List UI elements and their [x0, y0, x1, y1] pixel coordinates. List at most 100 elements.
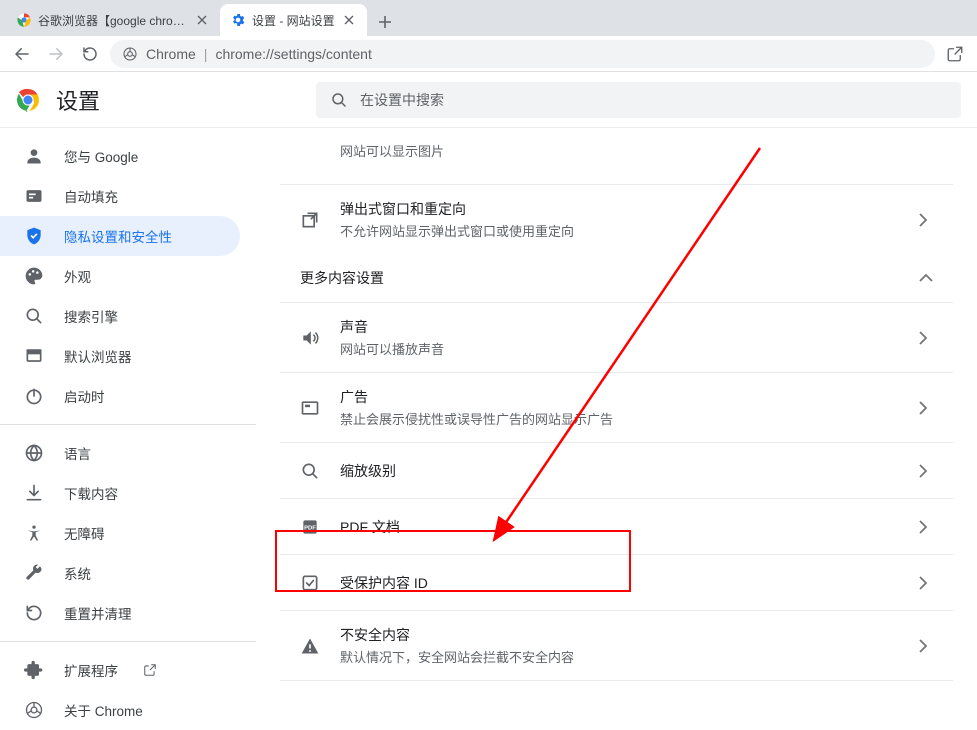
section-more-content-settings[interactable]: 更多内容设置	[280, 254, 953, 302]
row-subtitle: 网站可以播放声音	[340, 339, 893, 358]
sidebar-item-you-and-google[interactable]: 您与 Google	[0, 136, 240, 176]
zoom-icon	[300, 461, 320, 481]
sidebar-divider	[0, 424, 256, 425]
chevron-right-icon	[913, 461, 933, 481]
wrench-icon	[24, 563, 44, 583]
chrome-icon	[24, 700, 44, 720]
chevron-right-icon	[913, 636, 933, 656]
warning-icon	[300, 636, 320, 656]
url-separator: |	[204, 46, 208, 62]
sidebar-item-label: 下载内容	[64, 483, 118, 503]
sidebar-item-label: 语言	[64, 443, 91, 463]
setting-row-ads[interactable]: 广告 禁止会展示侵扰性或误导性广告的网站显示广告	[280, 372, 953, 442]
sidebar-item-downloads[interactable]: 下载内容	[0, 473, 240, 513]
row-title: 弹出式窗口和重定向	[340, 199, 893, 219]
chrome-favicon	[16, 12, 32, 28]
sidebar-item-autofill[interactable]: 自动填充	[0, 176, 240, 216]
palette-icon	[24, 266, 44, 286]
extension-icon	[24, 660, 44, 680]
sidebar-item-default-browser[interactable]: 默认浏览器	[0, 336, 240, 376]
chrome-url-icon	[122, 46, 138, 62]
search-placeholder: 在设置中搜索	[360, 90, 444, 110]
settings-search[interactable]: 在设置中搜索	[316, 82, 961, 118]
browser-icon	[24, 346, 44, 366]
tab-chrome[interactable]: 谷歌浏览器【google chrome】	[6, 4, 220, 36]
row-title: 受保护内容 ID	[340, 573, 893, 593]
external-link-icon	[142, 662, 158, 678]
sidebar-item-reset[interactable]: 重置并清理	[0, 593, 240, 633]
row-subtitle: 默认情况下，安全网站会拦截不安全内容	[340, 647, 893, 666]
power-icon	[24, 386, 44, 406]
popup-icon	[300, 210, 320, 230]
sidebar-item-accessibility[interactable]: 无障碍	[0, 513, 240, 553]
sidebar-item-label: 您与 Google	[64, 146, 138, 166]
sound-icon	[300, 328, 320, 348]
sidebar-item-startup[interactable]: 启动时	[0, 376, 240, 416]
tab-settings[interactable]: 设置 - 网站设置	[220, 4, 367, 36]
close-icon[interactable]	[341, 12, 357, 28]
sidebar-item-extensions[interactable]: 扩展程序	[0, 650, 240, 690]
settings-header: 设置 在设置中搜索	[0, 72, 977, 128]
row-subtitle: 不允许网站显示弹出式窗口或使用重定向	[340, 221, 893, 240]
share-icon[interactable]	[941, 40, 969, 68]
sidebar-item-label: 关于 Chrome	[64, 700, 143, 720]
sidebar-item-about-chrome[interactable]: 关于 Chrome	[0, 690, 240, 730]
tab-bar: 谷歌浏览器【google chrome】 设置 - 网站设置	[0, 0, 977, 36]
download-icon	[24, 483, 44, 503]
shield-icon	[24, 226, 44, 246]
row-title: 缩放级别	[340, 461, 893, 481]
setting-row-pdf[interactable]: PDF PDF 文档	[280, 498, 953, 554]
svg-text:PDF: PDF	[304, 525, 316, 531]
search-icon	[24, 306, 44, 326]
sidebar-item-label: 无障碍	[64, 523, 105, 543]
protected-icon	[300, 573, 320, 593]
sidebar-item-label: 自动填充	[64, 186, 118, 206]
reset-icon	[24, 603, 44, 623]
setting-row-insecure-content[interactable]: 不安全内容 默认情况下，安全网站会拦截不安全内容	[280, 610, 953, 680]
chrome-logo	[16, 88, 40, 112]
close-icon[interactable]	[194, 12, 210, 28]
url-host: Chrome	[146, 46, 196, 62]
url-path: chrome://settings/content	[215, 46, 371, 62]
sidebar-item-label: 默认浏览器	[64, 346, 132, 366]
sidebar-item-label: 启动时	[64, 386, 105, 406]
row-title: PDF 文档	[340, 517, 893, 537]
sidebar-item-label: 系统	[64, 563, 91, 583]
sidebar-item-system[interactable]: 系统	[0, 553, 240, 593]
reload-button[interactable]	[76, 40, 104, 68]
search-icon	[330, 91, 348, 109]
row-subtitle: 网站可以显示图片	[340, 141, 893, 160]
ads-icon	[300, 398, 320, 418]
sidebar-item-label: 外观	[64, 266, 91, 286]
sidebar-item-privacy[interactable]: 隐私设置和安全性	[0, 216, 240, 256]
tab-title: 设置 - 网站设置	[252, 12, 335, 29]
forward-button[interactable]	[42, 40, 70, 68]
new-tab-button[interactable]	[371, 8, 399, 36]
autofill-icon	[24, 186, 44, 206]
sidebar-item-label: 扩展程序	[64, 660, 118, 680]
sidebar-item-appearance[interactable]: 外观	[0, 256, 240, 296]
gear-icon	[230, 12, 246, 28]
sidebar-item-language[interactable]: 语言	[0, 433, 240, 473]
setting-row-sound[interactable]: 声音 网站可以播放声音	[280, 302, 953, 372]
sidebar-item-search-engine[interactable]: 搜索引擎	[0, 296, 240, 336]
setting-row-protected-content[interactable]: 受保护内容 ID	[280, 554, 953, 610]
content-panel: 网站可以显示图片 弹出式窗口和重定向 不允许网站显示弹出式窗口或使用重定向 更多…	[256, 128, 977, 681]
setting-row-images-partial[interactable]: 网站可以显示图片	[280, 128, 953, 184]
chevron-up-icon	[919, 273, 933, 283]
section-title: 更多内容设置	[300, 268, 384, 288]
setting-row-popups[interactable]: 弹出式窗口和重定向 不允许网站显示弹出式窗口或使用重定向	[280, 184, 953, 254]
setting-row-zoom[interactable]: 缩放级别	[280, 442, 953, 498]
row-subtitle: 禁止会展示侵扰性或误导性广告的网站显示广告	[340, 409, 893, 428]
chevron-right-icon	[913, 398, 933, 418]
page-title: 设置	[56, 84, 100, 116]
chevron-right-icon	[913, 328, 933, 348]
row-title: 声音	[340, 317, 893, 337]
sidebar-item-label: 隐私设置和安全性	[64, 226, 172, 246]
sidebar-item-label: 重置并清理	[64, 603, 132, 623]
url-box[interactable]: Chrome | chrome://settings/content	[110, 40, 935, 68]
tab-title: 谷歌浏览器【google chrome】	[38, 12, 188, 29]
back-button[interactable]	[8, 40, 36, 68]
sidebar: 您与 Google 自动填充 隐私设置和安全性 外观 搜索引擎 默认浏览器 启动…	[0, 128, 256, 681]
address-bar: Chrome | chrome://settings/content	[0, 36, 977, 72]
